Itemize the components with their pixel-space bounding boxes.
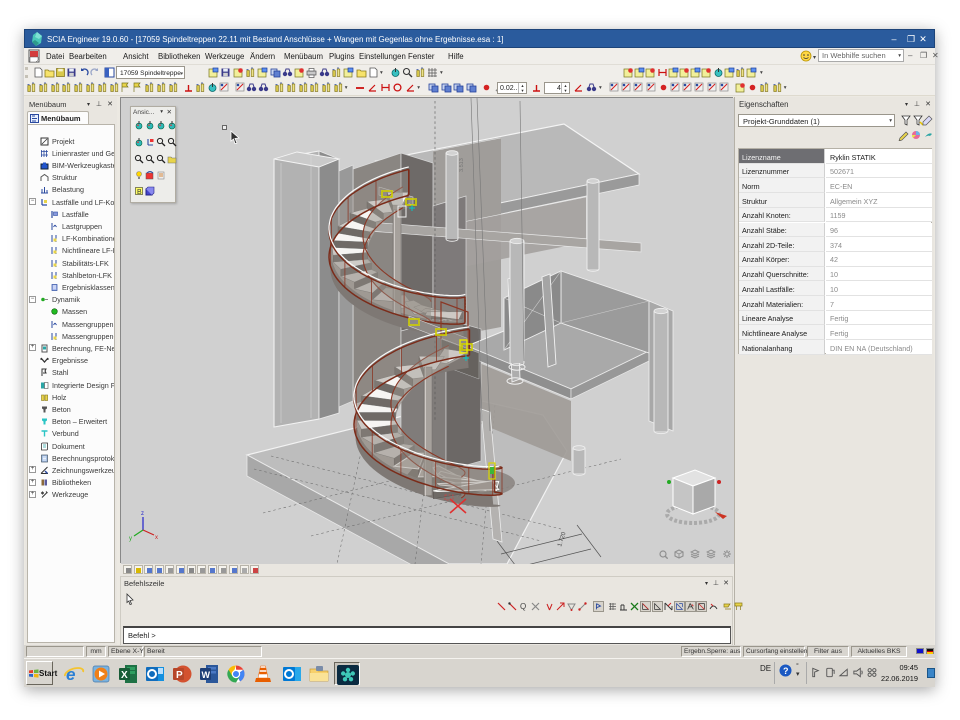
svg-text:X: X [121,670,128,681]
svg-text:B: B [137,189,142,196]
svg-text:W: W [202,670,211,680]
svg-text:z: z [141,511,144,517]
svg-text:P: P [176,670,183,681]
svg-text:x: x [155,535,158,541]
svg-text:y: y [129,536,132,542]
svg-text:?: ? [783,666,789,676]
svg-text:Q: Q [520,602,526,611]
svg-text:3.513: 3.513 [459,158,465,172]
